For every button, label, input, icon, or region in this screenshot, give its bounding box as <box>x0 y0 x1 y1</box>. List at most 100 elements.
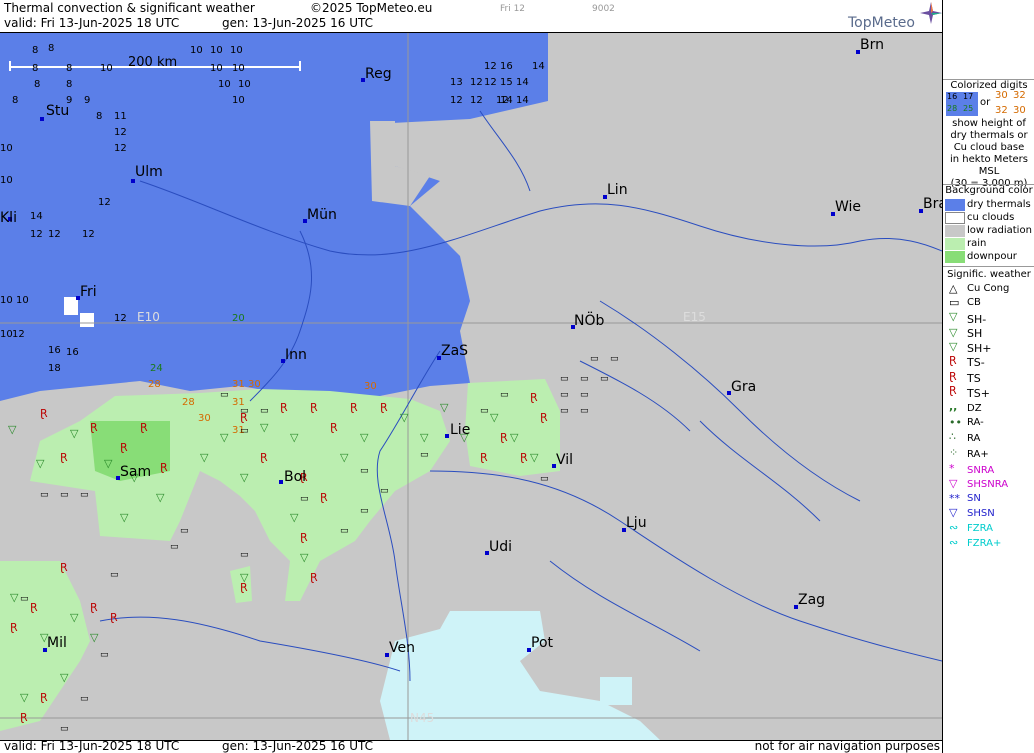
city-pot[interactable]: Pot <box>531 635 554 651</box>
svg-text:20: 20 <box>232 313 245 324</box>
tab-code[interactable]: 9002 <box>592 4 615 14</box>
svg-text:Ɽ: Ɽ <box>90 601 98 614</box>
city-ulm[interactable]: Ulm <box>135 164 163 180</box>
sig-cb: CB <box>967 297 981 308</box>
svg-text:8: 8 <box>66 79 72 90</box>
svg-text:▽: ▽ <box>290 431 299 444</box>
svg-text:10: 10 <box>100 63 113 74</box>
svg-text:28: 28 <box>182 397 195 408</box>
weather-map[interactable]: E10 E15 N45 200 km 88 88 10 10 10 10 10 … <box>0 32 942 741</box>
svg-text:▽: ▽ <box>360 431 369 444</box>
city-lie[interactable]: Lie <box>450 422 470 438</box>
svg-text:10: 10 <box>190 45 203 56</box>
svg-text:12: 12 <box>484 77 497 88</box>
svg-text:Ɽ: Ɽ <box>120 441 128 454</box>
city-bra[interactable]: Bra <box>923 196 942 212</box>
city-zag[interactable]: Zag <box>798 592 825 608</box>
svg-text:▭: ▭ <box>560 374 569 384</box>
svg-text:12: 12 <box>82 229 95 240</box>
svg-text:▭: ▭ <box>360 466 369 476</box>
svg-text:10: 10 <box>0 295 13 306</box>
city-kli[interactable]: Kli <box>0 210 17 226</box>
svg-text:13: 13 <box>450 77 463 88</box>
svg-text:Ɽ: Ɽ <box>40 407 48 420</box>
svg-text:12: 12 <box>484 61 497 72</box>
svg-text:▽: ▽ <box>400 411 409 424</box>
city-ven[interactable]: Ven <box>389 640 415 656</box>
svg-text:▭: ▭ <box>240 426 249 436</box>
valid-time: valid: Fri 13-Jun-2025 18 UTC <box>4 16 180 30</box>
swatch-downpour <box>945 251 965 263</box>
city-wie[interactable]: Wie <box>835 199 861 215</box>
city-udi[interactable]: Udi <box>489 539 512 555</box>
svg-text:12: 12 <box>470 95 483 106</box>
svg-text:▽: ▽ <box>60 671 69 684</box>
svg-text:Ɽ: Ɽ <box>260 451 268 464</box>
sig-ra: RA <box>967 433 981 444</box>
svg-text:▭: ▭ <box>80 490 89 500</box>
svg-text:Ɽ: Ɽ <box>500 431 508 444</box>
svg-text:8: 8 <box>96 111 102 122</box>
svg-text:▽: ▽ <box>340 451 349 464</box>
svg-text:12: 12 <box>114 313 127 324</box>
city-sam[interactable]: Sam <box>120 464 151 480</box>
svg-text:▭: ▭ <box>560 390 569 400</box>
svg-text:▽: ▽ <box>120 511 129 524</box>
svg-text:Ɽ: Ɽ <box>320 491 328 504</box>
sig-ts-plus: TS+ <box>967 387 990 400</box>
svg-text:10: 10 <box>0 143 13 154</box>
svg-text:18: 18 <box>48 363 61 374</box>
svg-text:10: 10 <box>230 45 243 56</box>
tab-day[interactable]: Fri 12 <box>500 4 525 14</box>
city-inn[interactable]: Inn <box>285 347 307 363</box>
svg-text:Ɽ: Ɽ <box>480 451 488 464</box>
sig-ra-minus: RA- <box>967 417 984 428</box>
city-brn[interactable]: Brn <box>860 37 884 53</box>
city-bol[interactable]: Bol <box>284 469 306 485</box>
svg-text:9: 9 <box>84 95 90 106</box>
svg-text:▭: ▭ <box>260 406 269 416</box>
sig-sh: SH <box>967 327 983 340</box>
svg-text:16: 16 <box>500 61 513 72</box>
grid-label-e15: E15 <box>683 310 706 324</box>
svg-text:8: 8 <box>66 63 72 74</box>
copyright: ©2025 TopMeteo.eu <box>310 1 433 15</box>
city-gra[interactable]: Gra <box>731 379 756 395</box>
svg-text:▭: ▭ <box>360 506 369 516</box>
svg-text:▽: ▽ <box>70 427 79 440</box>
svg-text:Ɽ: Ɽ <box>520 451 528 464</box>
svg-text:Ɽ: Ɽ <box>530 391 538 404</box>
city-stu[interactable]: Stu <box>46 103 69 119</box>
svg-text:▽: ▽ <box>156 491 165 504</box>
svg-text:▽: ▽ <box>440 401 449 414</box>
svg-text:Ɽ: Ɽ <box>20 711 28 724</box>
svg-text:12: 12 <box>12 329 25 340</box>
svg-text:Ɽ: Ɽ <box>110 611 118 624</box>
footer-disclaimer: not for air navigation purposes <box>754 739 940 753</box>
svg-text:16: 16 <box>48 345 61 356</box>
city-lin[interactable]: Lin <box>607 182 628 198</box>
city-fri[interactable]: Fri <box>80 284 97 300</box>
city-zas[interactable]: ZaS <box>441 343 468 359</box>
svg-text:Ɽ: Ɽ <box>540 411 548 424</box>
svg-text:14: 14 <box>516 77 529 88</box>
city-nob[interactable]: NÖb <box>574 311 604 329</box>
svg-text:Ɽ: Ɽ <box>60 451 68 464</box>
digits-example-box: 16 17 28 25 <box>946 92 978 116</box>
city-vil[interactable]: Vil <box>556 452 573 468</box>
svg-text:Ɽ: Ɽ <box>160 461 168 474</box>
svg-text:▽: ▽ <box>8 423 17 436</box>
city-reg[interactable]: Reg <box>365 66 392 82</box>
svg-text:12: 12 <box>30 229 43 240</box>
generated-time: gen: 13-Jun-2025 16 UTC <box>222 16 374 30</box>
svg-text:Ɽ: Ɽ <box>40 691 48 704</box>
svg-text:12: 12 <box>98 197 111 208</box>
city-lju[interactable]: Lju <box>626 515 647 531</box>
city-mun[interactable]: Mün <box>307 207 337 223</box>
swatch-dry <box>945 199 965 211</box>
svg-text:▭: ▭ <box>20 594 29 604</box>
svg-text:▭: ▭ <box>220 390 229 400</box>
city-mil[interactable]: Mil <box>47 635 67 651</box>
svg-text:8: 8 <box>48 43 54 54</box>
svg-text:8: 8 <box>32 45 38 56</box>
